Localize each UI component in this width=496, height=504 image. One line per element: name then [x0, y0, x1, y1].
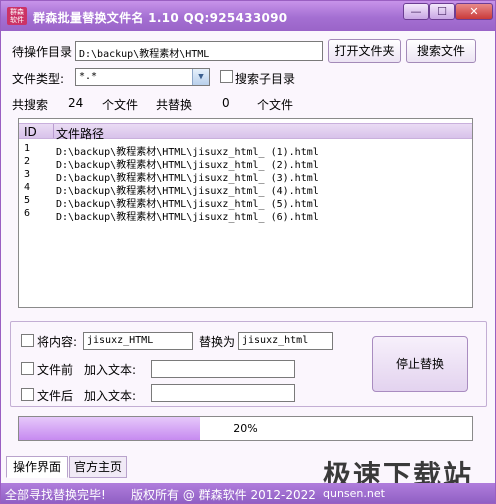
replace-content-label: 将内容: — [37, 335, 78, 349]
list-header: ID 文件路径 — [19, 123, 472, 142]
replace-count-value: 0 — [222, 96, 230, 110]
target-dir-input[interactable]: D:\backup\教程素材\HTML — [75, 41, 323, 61]
table-row[interactable]: 1 D:\backup\教程素材\HTML\jisuxz_html_ (1).h… — [19, 143, 472, 158]
file-type-value: *.* — [79, 71, 98, 82]
chevron-down-icon[interactable]: ▼ — [192, 69, 209, 85]
window-title: 群森批量替换文件名 1.10 QQ:925433090 — [33, 11, 288, 25]
search-count-label: 共搜索 — [12, 98, 49, 112]
search-subdirs-label: 搜索子目录 — [235, 72, 296, 86]
app-window: 群森软件 群森批量替换文件名 1.10 QQ:925433090 — ☐ ✕ 待… — [0, 0, 496, 504]
replace-count-label: 共替换 — [156, 98, 193, 112]
stop-replace-button[interactable]: 停止替换 — [372, 336, 468, 392]
search-files-button[interactable]: 搜索文件 — [406, 39, 476, 63]
status-message: 全部寻找替换完毕! — [5, 488, 106, 502]
table-row[interactable]: 6 D:\backup\教程素材\HTML\jisuxz_html_ (6).h… — [19, 208, 472, 223]
file-type-label: 文件类型: — [12, 72, 65, 86]
suffix-text-label: 加入文本: — [84, 389, 137, 403]
search-count-value: 24 — [68, 96, 84, 110]
status-copyright: 版权所有 @ 群森软件 2012-2022 — [131, 488, 316, 502]
progress-bar: 20% — [18, 416, 473, 441]
replace-with-label: 替换为 — [199, 335, 236, 349]
table-row[interactable]: 5 D:\backup\教程素材\HTML\jisuxz_html_ (5).h… — [19, 195, 472, 210]
replace-with-input[interactable]: jisuxz_html — [238, 332, 333, 350]
suffix-checkbox[interactable] — [21, 388, 34, 401]
search-subdirs-checkbox[interactable] — [220, 70, 233, 83]
tab-operation[interactable]: 操作界面 — [6, 456, 68, 478]
target-dir-label: 待操作目录 — [12, 45, 73, 59]
title-bar[interactable]: 群森软件 群森批量替换文件名 1.10 QQ:925433090 — ☐ ✕ — [1, 1, 495, 31]
table-row[interactable]: 3 D:\backup\教程素材\HTML\jisuxz_html_ (3).h… — [19, 169, 472, 184]
suffix-input[interactable] — [151, 384, 295, 402]
progress-text: 20% — [233, 422, 258, 435]
row-id: 1 — [24, 143, 31, 154]
app-logo-icon: 群森软件 — [7, 7, 27, 25]
open-folder-button[interactable]: 打开文件夹 — [328, 39, 401, 63]
table-row[interactable]: 4 D:\backup\教程素材\HTML\jisuxz_html_ (4).h… — [19, 182, 472, 197]
content-input[interactable]: jisuxz_HTML — [83, 332, 193, 350]
status-site: qunsen.net — [323, 487, 385, 500]
prefix-input[interactable] — [151, 360, 295, 378]
replace-count-unit: 个文件 — [257, 98, 294, 112]
row-id: 2 — [24, 156, 31, 167]
column-header-id[interactable]: ID — [24, 125, 37, 139]
column-header-path[interactable]: 文件路径 — [56, 125, 104, 142]
row-id: 6 — [24, 208, 31, 219]
column-divider[interactable] — [53, 124, 54, 138]
file-type-combo[interactable]: *.* ▼ — [75, 68, 210, 86]
tab-official-site[interactable]: 官方主页 — [69, 456, 127, 478]
row-id: 5 — [24, 195, 31, 206]
prefix-label: 文件前 — [37, 363, 74, 377]
search-count-unit: 个文件 — [102, 98, 139, 112]
maximize-button[interactable]: ☐ — [429, 3, 455, 20]
minimize-button[interactable]: — — [403, 3, 429, 20]
row-path: D:\backup\教程素材\HTML\jisuxz_html_ (6).htm… — [56, 212, 319, 223]
suffix-label: 文件后 — [37, 389, 74, 403]
replace-content-checkbox[interactable] — [21, 334, 34, 347]
prefix-text-label: 加入文本: — [84, 363, 137, 377]
prefix-checkbox[interactable] — [21, 362, 34, 375]
status-bar: 全部寻找替换完毕! 版权所有 @ 群森软件 2012-2022 qunsen.n… — [1, 483, 495, 503]
row-id: 3 — [24, 169, 31, 180]
close-button[interactable]: ✕ — [455, 3, 493, 20]
row-id: 4 — [24, 182, 31, 193]
table-row[interactable]: 2 D:\backup\教程素材\HTML\jisuxz_html_ (2).h… — [19, 156, 472, 171]
file-list[interactable]: ID 文件路径 1 D:\backup\教程素材\HTML\jisuxz_htm… — [18, 118, 473, 308]
